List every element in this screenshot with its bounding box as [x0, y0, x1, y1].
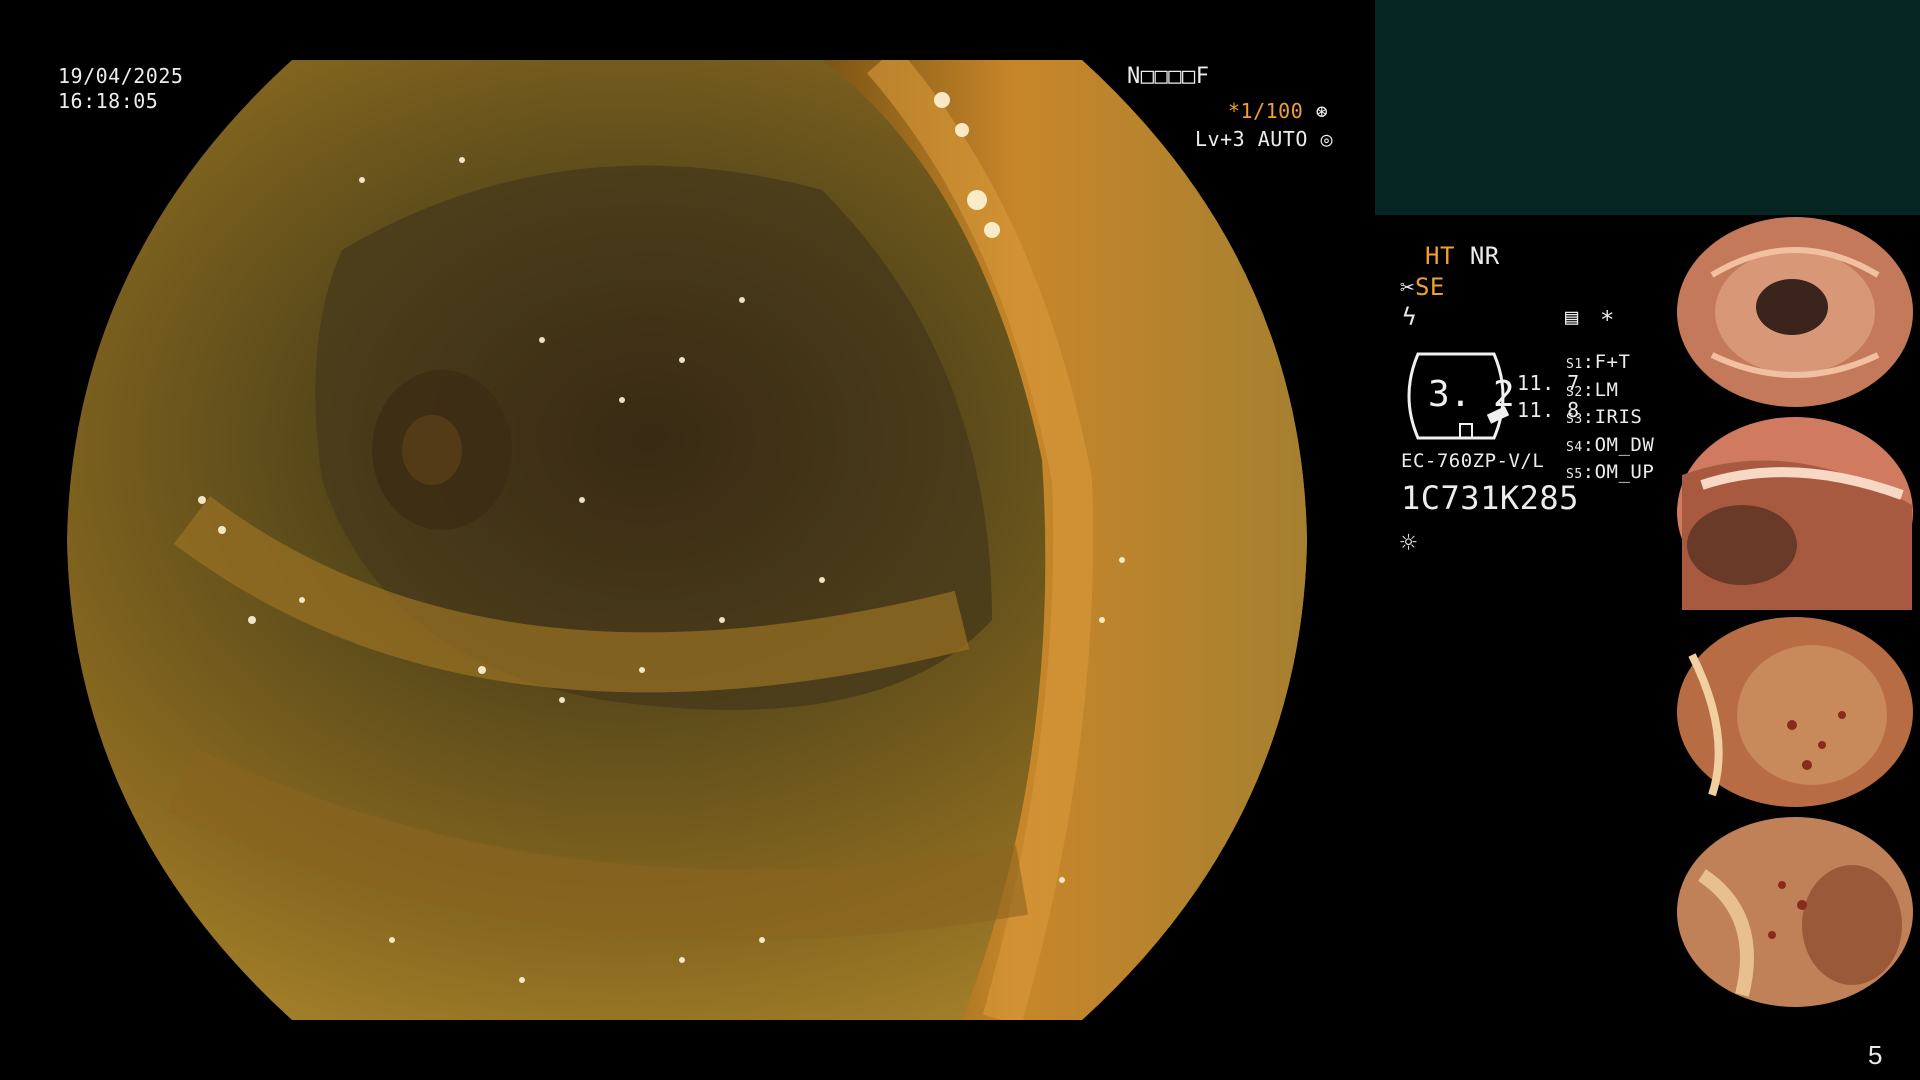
switch-list: S1:F+T S2:LM S3:IRIS S4:OM_DW S5:OM_UP	[1566, 350, 1654, 488]
light-level-value: Lv+3	[1195, 127, 1246, 151]
time-label: 16:18:05	[58, 89, 159, 113]
nr-label: NR	[1469, 242, 1500, 270]
se-label: SE	[1414, 273, 1445, 301]
switch-item: S1:F+T	[1566, 351, 1631, 373]
date-label: 19/04/2025	[58, 64, 184, 88]
scope-serial: 1C731K285	[1401, 479, 1579, 517]
endoscope-view	[67, 60, 1307, 1020]
page-number: 5	[1868, 1040, 1883, 1070]
shutter-value: *1/100	[1228, 99, 1304, 123]
ht-label: HT	[1425, 242, 1455, 270]
thumbnail-1[interactable]	[1672, 215, 1918, 410]
thumbnail-3[interactable]	[1672, 615, 1918, 810]
asterisk-label: *	[1600, 306, 1615, 334]
patient-code: N□□□□F	[1127, 64, 1210, 89]
scope-model: EC-760ZP-V/L	[1401, 450, 1545, 472]
thumbnail-2[interactable]	[1672, 415, 1918, 610]
lightning-icon: ϟ	[1402, 303, 1417, 331]
ht-nr-row: HT NR	[1425, 244, 1500, 269]
switch-item: S3:IRIS	[1566, 406, 1643, 428]
iris-mode-value: AUTO	[1257, 127, 1308, 151]
shutter-icon: ⊛	[1315, 99, 1329, 123]
light-icon: ☼	[1400, 526, 1418, 559]
info-panel-header	[1375, 0, 1920, 215]
switch-item: S4:OM_DW	[1566, 433, 1655, 456]
memory-icon: ▤	[1565, 305, 1579, 330]
se-row: ✂SE	[1400, 275, 1445, 300]
scissors-icon: ✂	[1400, 273, 1415, 301]
thumbnail-4[interactable]	[1672, 815, 1918, 1010]
shutter-readout: *1/100 ⊛	[1228, 99, 1328, 124]
switch-item: S5:OM_UP	[1566, 461, 1655, 483]
gauge-value: 3. 2	[1428, 374, 1515, 415]
light-level-readout: Lv+3 AUTO ◎	[1195, 127, 1333, 152]
switch-item: S2:LM	[1566, 378, 1619, 401]
iris-icon: ◎	[1320, 127, 1333, 151]
